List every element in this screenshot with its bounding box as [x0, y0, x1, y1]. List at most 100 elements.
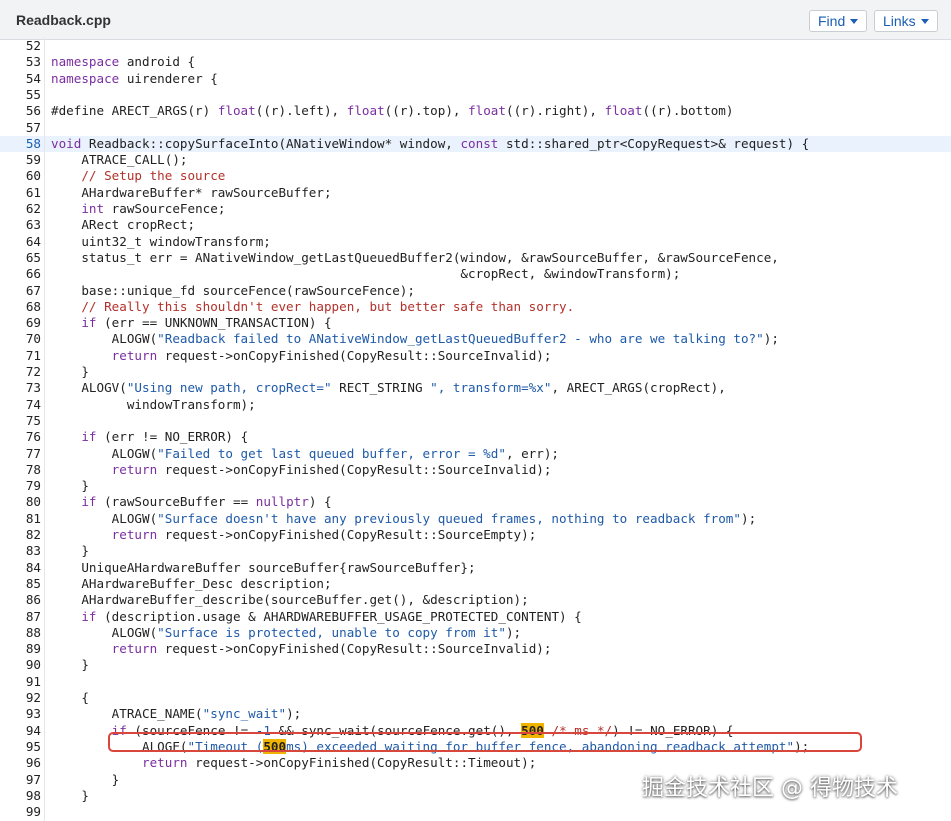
links-button-label: Links [883, 13, 916, 29]
line-number[interactable]: 91 [0, 674, 41, 690]
watermark: 掘金技术社区 @ 得物技术 [642, 776, 898, 801]
links-button[interactable]: Links [874, 10, 938, 32]
code-line: 62 int rawSourceFence; [0, 201, 951, 217]
code-token: (description.usage & AHARDWAREBUFFER_USA… [96, 608, 582, 624]
line-number[interactable]: 73 [0, 380, 41, 396]
code-token: const [460, 135, 499, 151]
code-token: int [81, 201, 105, 216]
line-number[interactable]: 58 [0, 136, 41, 152]
code-token: &cropRect, &windowTransform); [51, 266, 681, 282]
line-number[interactable]: 93 [0, 706, 41, 722]
line-number[interactable]: 72 [0, 364, 41, 380]
code-token: std::shared_ptr<CopyRequest>& request) { [498, 135, 810, 151]
code-text: AHardwareBuffer* rawSourceBuffer; [51, 185, 331, 201]
code-line: 53 namespace android { [0, 54, 951, 70]
code-token: Readback::copySurfaceInto(ANativeWindow*… [81, 135, 461, 151]
line-number[interactable]: 53 [0, 54, 41, 70]
code-token: "sync_wait" [202, 706, 287, 722]
code-line: 65 status_t err = ANativeWindow_getLastQ… [0, 250, 951, 266]
line-number[interactable]: 85 [0, 576, 41, 592]
code-viewer[interactable]: 52 53 namespace android {54 namespace uiren… [0, 37, 951, 821]
code-token: if [81, 608, 97, 624]
line-number[interactable]: 61 [0, 185, 41, 201]
line-number[interactable]: 76 [0, 429, 41, 445]
code-text: if (err == UNKNOWN_TRANSACTION) { [51, 315, 331, 331]
line-number[interactable]: 65 [0, 250, 41, 266]
code-text: ALOGW("Readback failed to ANativeWindow_… [51, 331, 779, 347]
line-number[interactable]: 90 [0, 657, 41, 673]
line-number[interactable]: 86 [0, 592, 41, 608]
line-number[interactable]: 94 [0, 723, 41, 739]
code-text: } [51, 543, 89, 559]
code-token: ALOGV( [51, 380, 127, 396]
code-text: return request->onCopyFinished(CopyResul… [51, 348, 552, 364]
code-token: } [51, 787, 89, 803]
line-number[interactable]: 68 [0, 299, 41, 315]
code-token: "Readback failed to ANativeWindow_getLas… [157, 331, 764, 347]
line-number[interactable]: 54 [0, 71, 41, 87]
code-token: float [468, 103, 506, 119]
line-number[interactable]: 98 [0, 788, 41, 804]
code-line: 74 windowTransform); [0, 397, 951, 413]
code-line: 86 AHardwareBuffer_describe(sourceBuffer… [0, 592, 951, 608]
line-number[interactable]: 67 [0, 283, 41, 299]
line-number[interactable]: 78 [0, 462, 41, 478]
line-number[interactable]: 71 [0, 348, 41, 364]
line-number[interactable]: 62 [0, 201, 41, 217]
line-number[interactable]: 74 [0, 397, 41, 413]
code-line: 72 } [0, 364, 951, 380]
line-number[interactable]: 83 [0, 543, 41, 559]
line-number[interactable]: 56 [0, 103, 41, 119]
line-number[interactable]: 77 [0, 446, 41, 462]
code-line: 64 uint32_t windowTransform; [0, 234, 951, 250]
line-number[interactable]: 69 [0, 315, 41, 331]
line-number[interactable]: 87 [0, 609, 41, 625]
line-number[interactable]: 64 [0, 234, 41, 250]
line-number[interactable]: 80 [0, 494, 41, 510]
line-number[interactable]: 52 [0, 38, 41, 54]
line-number[interactable]: 59 [0, 152, 41, 168]
code-line: 52 [0, 38, 951, 54]
line-number[interactable]: 81 [0, 511, 41, 527]
line-number[interactable]: 95 [0, 739, 41, 755]
line-number[interactable]: 60 [0, 168, 41, 184]
line-number[interactable]: 92 [0, 690, 41, 706]
code-token: request->onCopyFinished(CopyResult::Sour… [157, 641, 552, 657]
line-number[interactable]: 55 [0, 87, 41, 103]
code-token: } [51, 364, 89, 379]
code-line: 85 AHardwareBuffer_Desc description; [0, 576, 951, 592]
code-text: { [51, 690, 89, 706]
line-number[interactable]: 66 [0, 266, 41, 282]
line-number[interactable]: 57 [0, 120, 41, 136]
code-text: if (rawSourceBuffer == nullptr) { [51, 494, 331, 510]
code-text: AHardwareBuffer_Desc description; [51, 576, 331, 592]
code-text: base::unique_fd sourceFence(rawSourceFen… [51, 283, 415, 299]
code-token: ", transform=%x" [430, 380, 552, 396]
code-token: return [111, 641, 158, 657]
line-number[interactable]: 84 [0, 560, 41, 576]
line-number[interactable]: 79 [0, 478, 41, 494]
code-token: ALOGW( [51, 510, 158, 526]
code-text: return request->onCopyFinished(CopyResul… [51, 755, 536, 771]
line-number[interactable]: 70 [0, 331, 41, 347]
code-token: ATRACE_NAME( [51, 706, 203, 722]
line-number[interactable]: 88 [0, 625, 41, 641]
code-text: return request->onCopyFinished(CopyResul… [51, 527, 537, 543]
code-text: ALOGW("Failed to get last queued buffer,… [51, 446, 559, 462]
line-number[interactable]: 89 [0, 641, 41, 657]
find-button[interactable]: Find [809, 10, 868, 32]
line-number[interactable]: 63 [0, 217, 41, 233]
code-token: request->onCopyFinished(CopyResult::Sour… [157, 527, 537, 542]
code-text: AHardwareBuffer_describe(sourceBuffer.ge… [51, 592, 528, 608]
line-number[interactable]: 82 [0, 527, 41, 543]
line-number[interactable]: 96 [0, 755, 41, 771]
code-line: 63 ARect cropRect; [0, 217, 951, 233]
code-text: #define ARECT_ARGS(r) float((r).left), f… [51, 103, 733, 119]
code-line: 99 [0, 804, 951, 820]
line-number[interactable]: 75 [0, 413, 41, 429]
line-number[interactable]: 97 [0, 772, 41, 788]
line-number[interactable]: 99 [0, 804, 41, 820]
